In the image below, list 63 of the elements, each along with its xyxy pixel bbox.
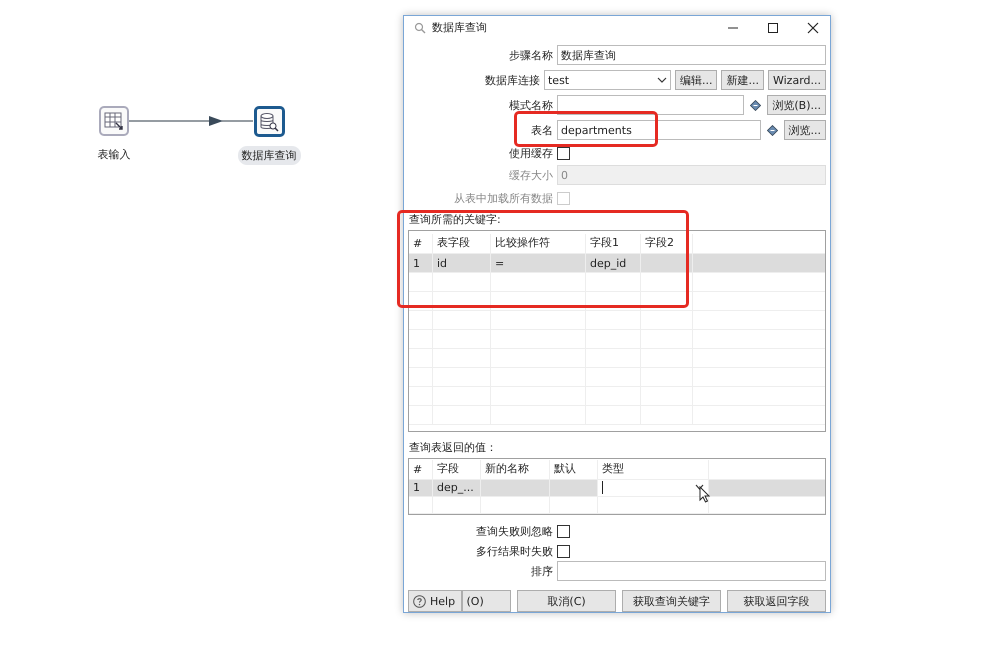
- field-label: 查询失败则忽略: [475, 524, 554, 538]
- field-label: 使用缓存: [508, 146, 554, 160]
- section-label: 查询表返回的值：: [409, 440, 498, 455]
- table-cell: 1: [409, 480, 433, 496]
- column-header[interactable]: 字段: [433, 460, 481, 479]
- caret-icon[interactable]: [695, 484, 704, 492]
- dialog-button[interactable]: Wizard...: [768, 70, 826, 90]
- database-search-icon: [259, 112, 279, 132]
- checkbox[interactable]: [557, 544, 570, 558]
- column-header[interactable]: 字段1: [586, 234, 641, 253]
- input-field[interactable]: departments: [557, 120, 760, 140]
- field-label: 排序: [530, 564, 554, 578]
- dialog-button[interactable]: (O): [462, 590, 512, 612]
- section-label: 查询所需的关键字:: [409, 212, 502, 227]
- sort-field[interactable]: [557, 561, 826, 581]
- column-header[interactable]: #: [409, 234, 433, 253]
- field-label: 表名: [530, 122, 554, 138]
- dialog-button[interactable]: 浏览(B)...: [767, 95, 826, 115]
- table-cell: =: [491, 254, 586, 272]
- column-header[interactable]: 新的名称: [481, 460, 550, 479]
- text-cursor: [602, 481, 603, 494]
- column-header[interactable]: 默认: [550, 460, 598, 479]
- step-label: 表输入: [96, 147, 132, 163]
- dialog-button[interactable]: 编辑...: [674, 70, 718, 90]
- table-row[interactable]: 1 id = dep_id: [409, 254, 825, 273]
- table-row[interactable]: 1 dep_...: [409, 480, 825, 497]
- column-header[interactable]: 比较操作符: [491, 234, 586, 253]
- maximize-icon[interactable]: [767, 22, 779, 34]
- field-label: 从表中加载所有数据: [453, 190, 554, 206]
- field-label: 缓存大小: [508, 168, 554, 182]
- checkbox[interactable]: [557, 146, 570, 160]
- table-icon: [104, 111, 124, 131]
- search-icon: [414, 22, 426, 34]
- step-node[interactable]: [254, 106, 284, 137]
- field-label: 多行结果时失败: [475, 544, 554, 558]
- dialog-button[interactable]: 浏览...: [784, 120, 826, 140]
- table-cell: dep_...: [433, 480, 481, 496]
- dialog-button[interactable]: 取消(C): [517, 590, 616, 612]
- connection-dropdown[interactable]: test: [544, 70, 671, 90]
- dialog-button[interactable]: 获取返回字段: [727, 590, 826, 612]
- field-label: 模式名称: [508, 98, 554, 112]
- column-header[interactable]: #: [409, 460, 433, 479]
- input-field[interactable]: 数据库查询: [557, 45, 826, 65]
- step-node[interactable]: [99, 106, 129, 136]
- checkbox[interactable]: [557, 524, 570, 538]
- mouse-pointer-icon: [699, 486, 711, 503]
- step-label: 数据库查询: [238, 146, 300, 165]
- field-label: 步骤名称: [508, 48, 554, 62]
- table-cell: 1: [409, 254, 433, 272]
- help-icon: [413, 594, 426, 608]
- close-icon[interactable]: [807, 22, 819, 34]
- column-header[interactable]: 字段2: [641, 234, 693, 253]
- dialog-button[interactable]: 新建...: [721, 70, 764, 90]
- input-field[interactable]: [557, 95, 744, 115]
- dialog-button[interactable]: 获取查询关键字: [622, 590, 722, 612]
- caret-icon: [656, 76, 667, 84]
- window-title: 数据库查询: [432, 20, 487, 35]
- table-cell: id: [433, 254, 491, 272]
- column-header[interactable]: 类型: [598, 460, 709, 479]
- help-button[interactable]: Help: [408, 590, 462, 612]
- table-cell: dep_id: [586, 254, 641, 272]
- column-header[interactable]: 表字段: [433, 234, 491, 253]
- field-label: 数据库连接: [484, 72, 541, 88]
